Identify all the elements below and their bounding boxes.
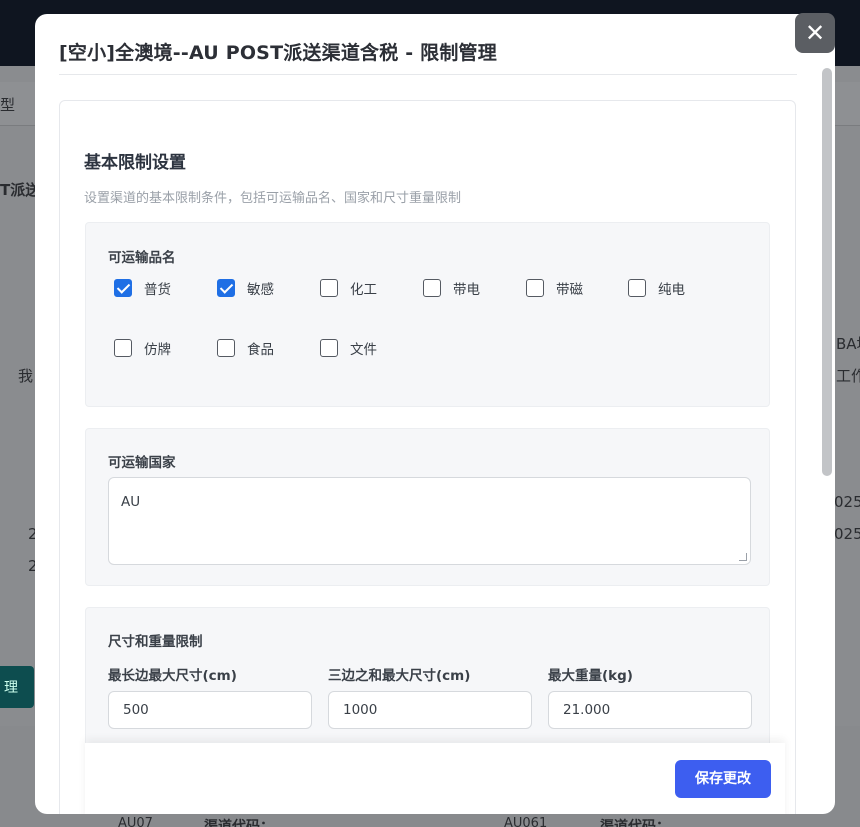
product-checkbox-7[interactable]: 食品 bbox=[217, 338, 274, 358]
background-text: 025- bbox=[834, 493, 860, 511]
checkbox-unchecked-icon[interactable] bbox=[423, 279, 441, 297]
background-text: 型 bbox=[0, 96, 16, 114]
checkbox-unchecked-icon[interactable] bbox=[114, 339, 132, 357]
modal-footer: 保存更改 bbox=[85, 743, 785, 814]
product-checkbox-0[interactable]: 普货 bbox=[114, 278, 171, 298]
background-text: 渠道代码： bbox=[204, 819, 274, 827]
background-text: 我 bbox=[18, 367, 34, 385]
background-text: AU07 bbox=[118, 816, 153, 827]
product-checkbox-3[interactable]: 带电 bbox=[423, 278, 480, 298]
save-changes-button[interactable]: 保存更改 bbox=[675, 760, 771, 798]
product-checkbox-label: 文件 bbox=[350, 342, 377, 358]
product-checkbox-5[interactable]: 纯电 bbox=[628, 278, 685, 298]
product-checkbox-1[interactable]: 敏感 bbox=[217, 278, 274, 298]
max-sum-sides-value: 1000 bbox=[343, 702, 378, 718]
checkbox-checked-icon[interactable] bbox=[114, 279, 132, 297]
dimensions-label: 尺寸和重量限制 bbox=[108, 634, 203, 650]
products-label: 可运输品名 bbox=[108, 250, 176, 266]
product-checkbox-label: 带磁 bbox=[556, 282, 583, 298]
checkbox-unchecked-icon[interactable] bbox=[217, 339, 235, 357]
modal-scrollbar[interactable] bbox=[822, 68, 832, 476]
max-sum-sides-input[interactable]: 1000 bbox=[328, 691, 532, 729]
max-sum-sides-label: 三边之和最大尺寸(cm) bbox=[328, 668, 471, 684]
max-weight-label: 最大重量(kg) bbox=[548, 668, 633, 684]
product-checkbox-label: 普货 bbox=[144, 282, 171, 298]
checkbox-unchecked-icon[interactable] bbox=[526, 279, 544, 297]
product-checkbox-label: 敏感 bbox=[247, 282, 274, 298]
title-divider bbox=[59, 74, 797, 75]
max-weight-input[interactable]: 21.000 bbox=[548, 691, 752, 729]
product-checkbox-label: 带电 bbox=[453, 282, 480, 298]
products-panel: 可运输品名 普货 敏感 化工 带电 带磁 纯电仿牌 食品 文件 bbox=[85, 222, 770, 407]
max-longest-side-value: 500 bbox=[123, 702, 149, 718]
product-checkbox-2[interactable]: 化工 bbox=[320, 278, 377, 298]
background-text: 025- bbox=[834, 525, 860, 543]
background-button-label: 理 bbox=[4, 680, 18, 696]
countries-label: 可运输国家 bbox=[108, 455, 176, 471]
product-checkbox-label: 纯电 bbox=[658, 282, 685, 298]
countries-panel: 可运输国家 AU bbox=[85, 428, 770, 586]
countries-value: AU bbox=[121, 494, 141, 510]
checkbox-checked-icon[interactable] bbox=[217, 279, 235, 297]
product-checkbox-label: 化工 bbox=[350, 282, 377, 298]
background-text: 渠道代码： bbox=[600, 819, 670, 827]
product-checkbox-label: 仿牌 bbox=[144, 342, 171, 358]
product-checkbox-4[interactable]: 带磁 bbox=[526, 278, 583, 298]
countries-textarea[interactable]: AU bbox=[108, 477, 751, 565]
checkbox-unchecked-icon[interactable] bbox=[320, 339, 338, 357]
product-checkbox-label: 食品 bbox=[247, 342, 274, 358]
resize-grip-icon[interactable] bbox=[739, 553, 747, 561]
section-description: 设置渠道的基本限制条件，包括可运输品名、国家和尺寸重量限制 bbox=[84, 191, 462, 206]
background-text: 工作 bbox=[836, 367, 860, 385]
background-manage-button: 理 bbox=[0, 666, 34, 708]
section-title: 基本限制设置 bbox=[84, 153, 186, 173]
background-text: AU061 bbox=[504, 816, 548, 827]
restriction-management-modal: [空小]全澳境--AU POST派送渠道含税 - 限制管理 基本限制设置 设置渠… bbox=[35, 14, 835, 814]
modal-title: [空小]全澳境--AU POST派送渠道含税 - 限制管理 bbox=[59, 42, 497, 64]
checkbox-unchecked-icon[interactable] bbox=[628, 279, 646, 297]
checkbox-unchecked-icon[interactable] bbox=[320, 279, 338, 297]
close-icon[interactable]: ✕ bbox=[795, 13, 835, 53]
max-weight-value: 21.000 bbox=[563, 702, 611, 718]
background-text: BA地 bbox=[836, 335, 860, 353]
max-longest-side-label: 最长边最大尺寸(cm) bbox=[108, 668, 237, 684]
max-longest-side-input[interactable]: 500 bbox=[108, 691, 312, 729]
product-checkbox-8[interactable]: 文件 bbox=[320, 338, 377, 358]
product-checkbox-6[interactable]: 仿牌 bbox=[114, 338, 171, 358]
